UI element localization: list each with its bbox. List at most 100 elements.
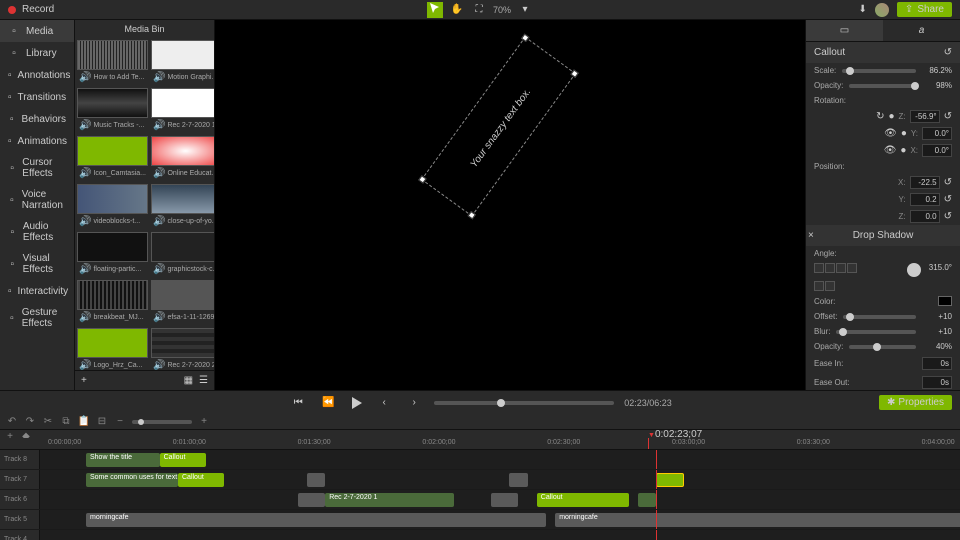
resize-handle[interactable]: [418, 175, 426, 183]
media-item[interactable]: 🔊Icon_Camtasia...: [77, 136, 148, 181]
rail-item-animations[interactable]: ▫Animations: [0, 130, 74, 152]
angle-value[interactable]: 315.0°: [922, 263, 952, 277]
scrubber[interactable]: [434, 401, 614, 405]
position-x-input[interactable]: [910, 176, 940, 189]
shadow-color-swatch[interactable]: [938, 296, 952, 306]
callout-text[interactable]: Your snazzy text box.: [469, 87, 534, 170]
clip-audio[interactable]: [509, 473, 527, 487]
close-shadow-icon[interactable]: ×: [808, 230, 814, 241]
clip-callout[interactable]: Callout: [178, 473, 224, 487]
split-icon[interactable]: ⊟: [96, 416, 108, 428]
offset-value[interactable]: +10: [922, 312, 952, 321]
prev-frame-button[interactable]: ‹: [374, 393, 394, 413]
shadow-opacity-slider[interactable]: [849, 345, 916, 349]
media-item[interactable]: 🔊graphicstock-c...: [151, 232, 214, 277]
redo-icon[interactable]: ↷: [24, 416, 36, 428]
rail-item-gesture-effects[interactable]: ▫Gesture Effects: [0, 302, 74, 334]
clip-audio[interactable]: [298, 493, 326, 507]
zoom-out-icon[interactable]: −: [114, 416, 126, 428]
timeline-ruler[interactable]: ▼0:02:23;07 0:00:00;000:01:00;000:01:30;…: [0, 438, 960, 450]
resize-handle[interactable]: [521, 34, 529, 42]
rail-item-visual-effects[interactable]: ▫Visual Effects: [0, 248, 74, 280]
text-callout-object[interactable]: Your snazzy text box.: [421, 36, 576, 216]
opacity-value[interactable]: 98%: [922, 81, 952, 90]
tab-visual[interactable]: ▭: [806, 20, 883, 41]
step-back-button[interactable]: ⏪: [318, 393, 338, 413]
record-button[interactable]: Record: [22, 4, 54, 15]
rotate-cw-icon[interactable]: ↻: [876, 111, 884, 122]
hand-tool-icon[interactable]: ✋: [449, 2, 465, 18]
prev-clip-button[interactable]: ⏮: [288, 393, 308, 413]
media-item[interactable]: 🔊efsa-1-11-1269: [151, 280, 214, 325]
reset-icon[interactable]: ↺: [944, 47, 952, 58]
media-item[interactable]: 🔊Logo_Hrz_Ca...: [77, 328, 148, 370]
scale-slider[interactable]: [842, 69, 916, 73]
list-view-icon[interactable]: ☰: [199, 375, 208, 386]
clip-video[interactable]: Some common uses for text in video: [86, 473, 178, 487]
clip-callout[interactable]: Callout: [537, 493, 629, 507]
rail-item-transitions[interactable]: ▫Transitions: [0, 86, 74, 108]
track-content[interactable]: Show the titleCallout: [40, 450, 960, 469]
media-item[interactable]: 🔊videoblocks-t...: [77, 184, 148, 229]
media-item[interactable]: 🔊floating-partic...: [77, 232, 148, 277]
rail-item-cursor-effects[interactable]: ▫Cursor Effects: [0, 152, 74, 184]
track-label[interactable]: Track 7: [0, 470, 40, 489]
zoom-in-icon[interactable]: +: [198, 416, 210, 428]
cut-icon[interactable]: ✂: [42, 416, 54, 428]
track-content[interactable]: Some common uses for text in videoCallou…: [40, 470, 960, 489]
angle-dial-icon[interactable]: [907, 263, 921, 277]
clip-video[interactable]: [638, 493, 656, 507]
crop-tool-icon[interactable]: ⛶: [471, 2, 487, 18]
blur-slider[interactable]: [836, 330, 916, 334]
media-item[interactable]: 🔊Rec 2-7-2020 1: [151, 88, 214, 133]
track-content[interactable]: morningcafemorningcafe: [40, 510, 960, 529]
blur-value[interactable]: +10: [922, 327, 952, 336]
undo-icon[interactable]: ↶: [6, 416, 18, 428]
media-item[interactable]: 🔊Rec 2-7-2020 2: [151, 328, 214, 370]
rotation-y-input[interactable]: [922, 127, 952, 140]
rotate-ball-icon[interactable]: ●: [888, 111, 894, 122]
track-label[interactable]: Track 4: [0, 530, 40, 540]
position-y-input[interactable]: [910, 193, 940, 206]
zoom-dropdown-icon[interactable]: ▾: [517, 2, 533, 18]
copy-icon[interactable]: ⧉: [60, 416, 72, 428]
rail-item-behaviors[interactable]: ▫Behaviors: [0, 108, 74, 130]
rail-item-voice-narration[interactable]: ▫Voice Narration: [0, 184, 74, 216]
properties-button[interactable]: ✱Properties: [879, 395, 952, 410]
rail-item-library[interactable]: ▫Library: [0, 42, 74, 64]
tab-text[interactable]: a: [883, 20, 960, 41]
rotation-z-input[interactable]: [910, 110, 940, 123]
reset-z-icon[interactable]: ↺: [944, 111, 952, 122]
paste-icon[interactable]: 📋: [78, 416, 90, 428]
media-item[interactable]: 🔊Motion Graphi...: [151, 40, 214, 85]
scrubber-thumb[interactable]: [497, 399, 505, 407]
rail-item-interactivity[interactable]: ▫Interactivity: [0, 280, 74, 302]
track-label[interactable]: Track 8: [0, 450, 40, 469]
track-content[interactable]: Rec 2-7-2020 1 Callout: [40, 490, 960, 509]
track-content[interactable]: [40, 530, 960, 540]
next-frame-button[interactable]: ›: [404, 393, 424, 413]
shadow-opacity-value[interactable]: 40%: [922, 342, 952, 351]
angle-presets[interactable]: 315.0°: [806, 261, 960, 279]
clip-callout[interactable]: Callout: [160, 453, 206, 467]
timeline-zoom-slider[interactable]: [132, 420, 192, 424]
eye-x-icon[interactable]: 👁: [884, 145, 897, 156]
track-label[interactable]: Track 6: [0, 490, 40, 509]
canvas[interactable]: Your snazzy text box.: [215, 20, 805, 390]
rail-item-annotations[interactable]: ▫Annotations: [0, 64, 74, 86]
scale-value[interactable]: 86.2%: [922, 66, 952, 75]
offset-slider[interactable]: [843, 315, 916, 319]
resize-handle[interactable]: [570, 69, 578, 77]
share-button[interactable]: ⇪Share: [897, 2, 952, 17]
zoom-level[interactable]: 70%: [493, 5, 511, 15]
clip-callout[interactable]: [656, 473, 684, 487]
media-item[interactable]: 🔊close-up-of-yo...: [151, 184, 214, 229]
playhead[interactable]: ▼0:02:23;07: [648, 438, 649, 449]
easeout-input[interactable]: [922, 376, 952, 389]
clip-audio[interactable]: [307, 473, 325, 487]
resize-handle[interactable]: [468, 211, 476, 219]
rail-item-media[interactable]: ▫Media: [0, 20, 74, 42]
grid-view-icon[interactable]: ▦: [184, 375, 193, 386]
clip-video[interactable]: Rec 2-7-2020 1: [325, 493, 454, 507]
download-icon[interactable]: ⬇: [859, 4, 867, 15]
